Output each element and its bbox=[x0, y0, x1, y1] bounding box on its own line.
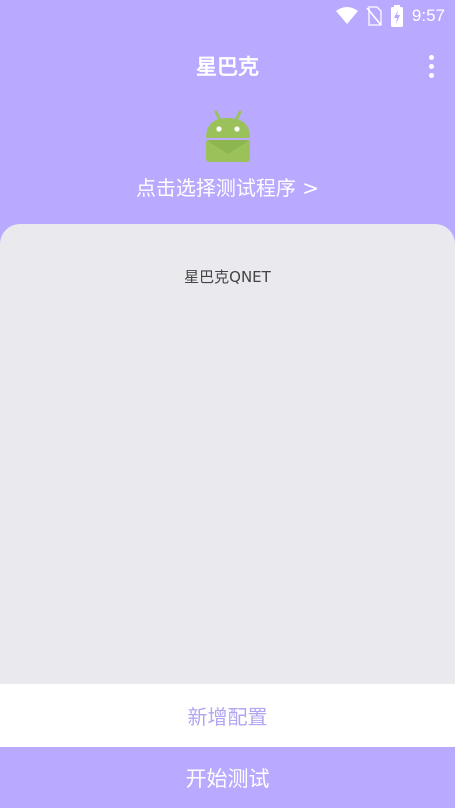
wifi-icon bbox=[335, 7, 358, 24]
config-list-panel: 星巴克QNET bbox=[0, 224, 455, 684]
status-bar: 9:57 bbox=[0, 0, 455, 32]
app-header: 星巴克 bbox=[0, 40, 455, 92]
battery-charging-icon bbox=[390, 5, 403, 27]
page-title: 星巴克 bbox=[196, 55, 259, 79]
android-icon bbox=[205, 110, 250, 162]
more-options-icon[interactable] bbox=[419, 52, 443, 80]
no-sim-icon bbox=[366, 6, 382, 26]
config-list-item[interactable]: 星巴克QNET bbox=[0, 266, 455, 287]
status-time: 9:57 bbox=[411, 6, 445, 25]
start-test-button[interactable]: 开始测试 bbox=[0, 747, 455, 808]
add-config-button[interactable]: 新增配置 bbox=[0, 684, 455, 747]
select-test-app-label: 点击选择测试程序 > bbox=[135, 176, 320, 200]
select-test-app-button[interactable]: 点击选择测试程序 > bbox=[0, 108, 455, 208]
